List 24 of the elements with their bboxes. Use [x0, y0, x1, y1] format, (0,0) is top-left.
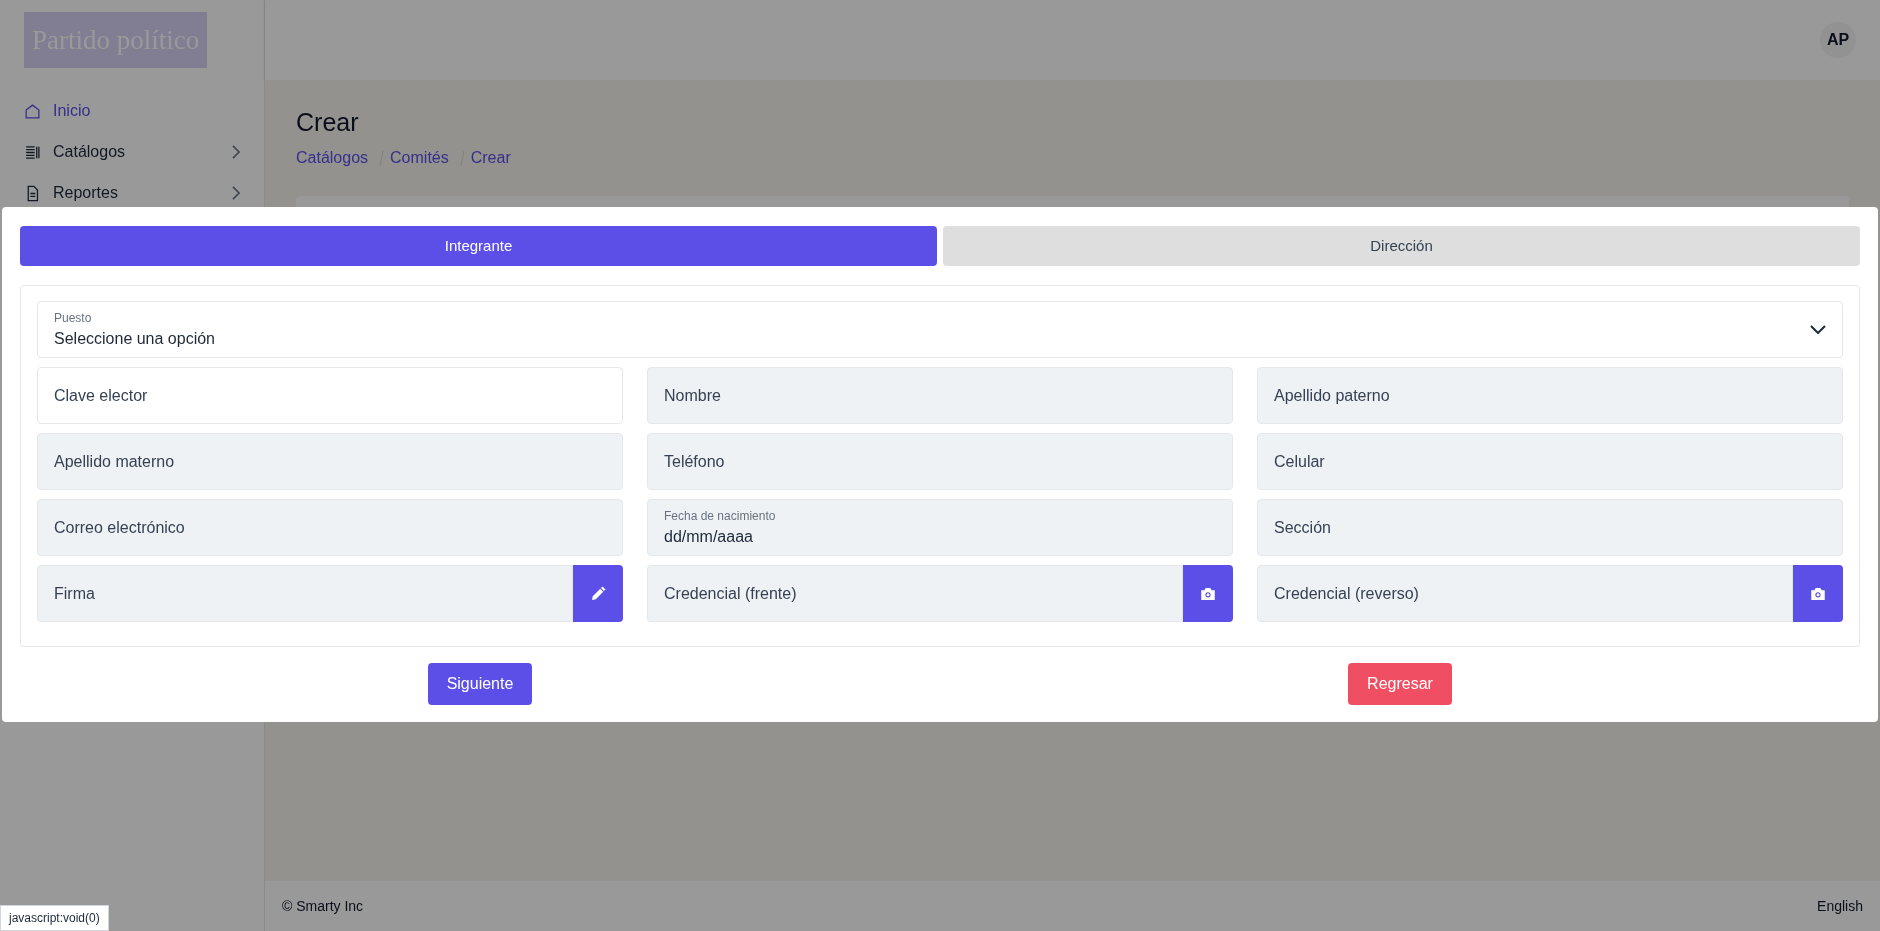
breadcrumb-link[interactable]: Comités — [390, 145, 449, 170]
back-button[interactable]: Regresar — [1348, 663, 1452, 705]
chevron-down-icon — [1810, 325, 1826, 334]
copyright-text: © Smarty Inc — [282, 896, 364, 916]
next-button[interactable]: Siguiente — [427, 663, 533, 705]
camera-button[interactable] — [1793, 565, 1843, 622]
select-field[interactable]: Puesto Seleccione una opción — [37, 301, 1843, 358]
camera-button[interactable] — [1183, 565, 1233, 622]
page-title: Crear — [296, 107, 360, 138]
nav-item[interactable]: Reportes — [24, 180, 240, 206]
nav-item[interactable]: Catálogos — [24, 139, 240, 165]
home-icon — [24, 102, 41, 120]
input-field[interactable]: Clave elector — [37, 367, 623, 424]
pencil-icon — [589, 584, 607, 603]
language-link[interactable]: English — [1817, 895, 1863, 917]
tab[interactable]: Integrante — [20, 226, 937, 266]
status-tooltip: javascript:void(0) — [0, 905, 109, 931]
breadcrumb-link[interactable]: Crear — [470, 145, 511, 170]
breadcrumb-link[interactable]: Catálogos — [296, 145, 369, 170]
tab[interactable]: Dirección — [943, 226, 1860, 266]
edit-button[interactable] — [573, 565, 623, 622]
nav-item[interactable]: Inicio — [24, 98, 240, 124]
user-avatar[interactable]: AP — [1820, 22, 1856, 58]
list-icon — [24, 143, 41, 161]
